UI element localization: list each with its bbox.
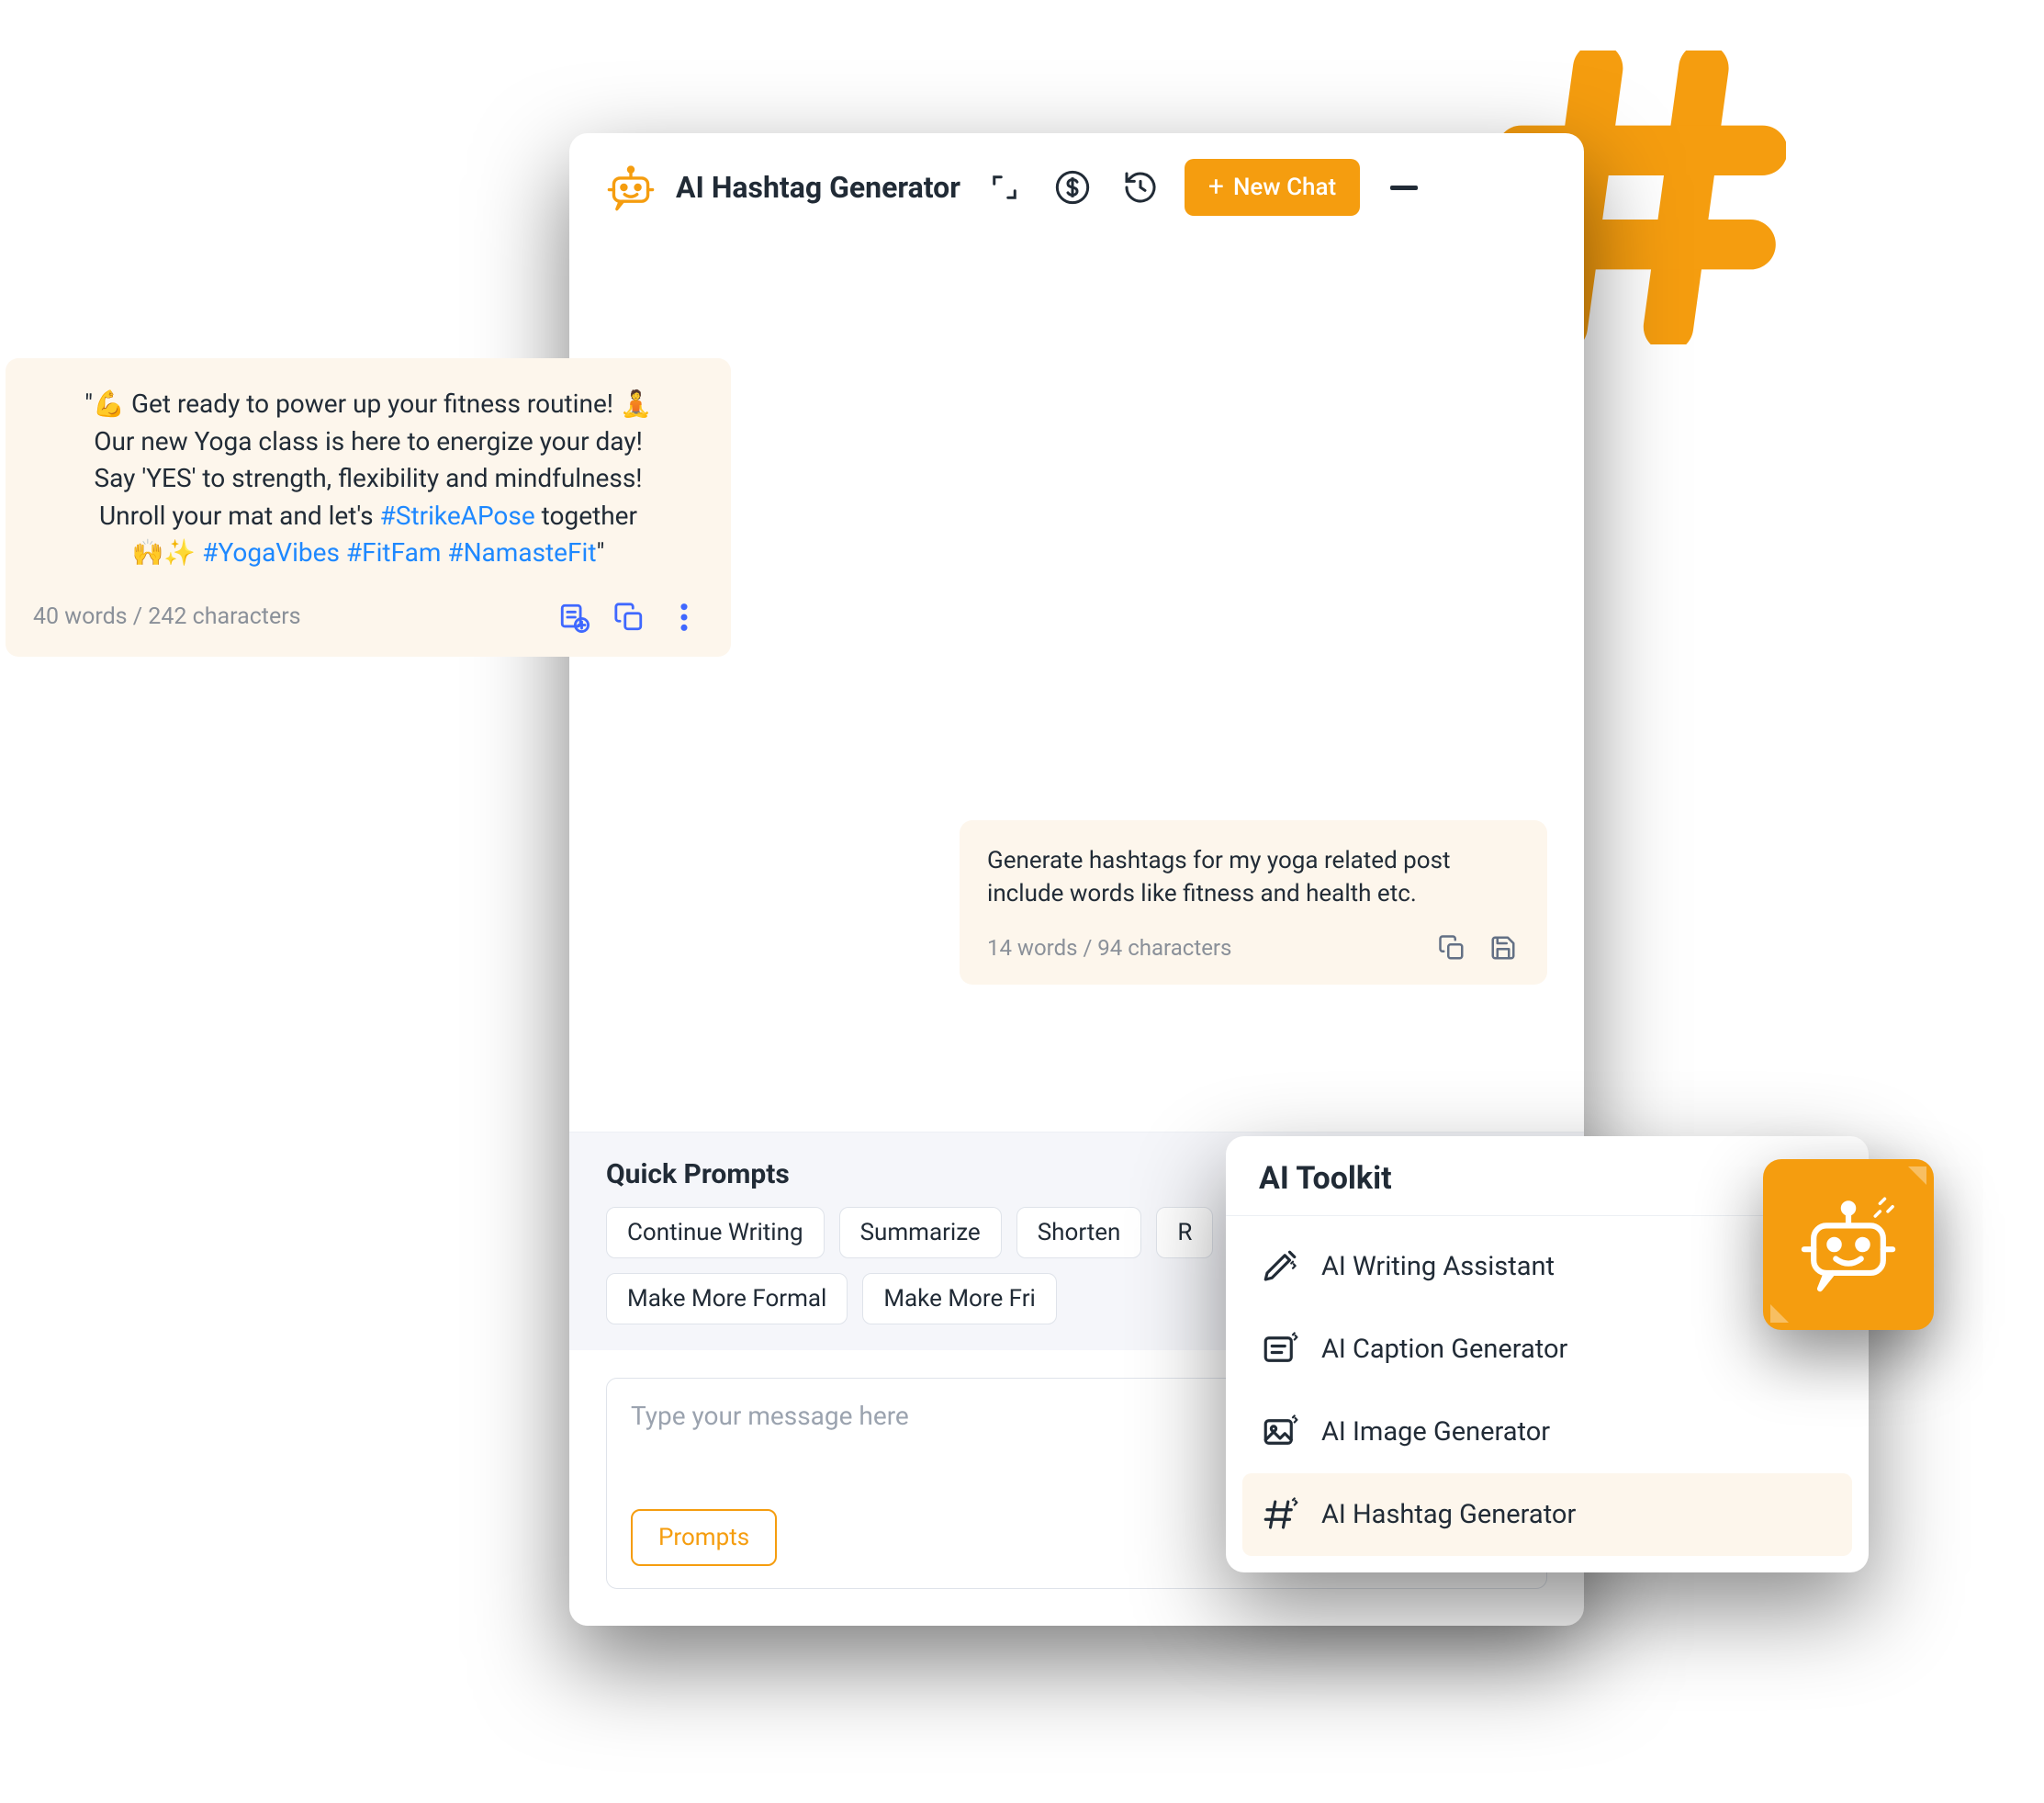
save-icon[interactable]	[1487, 931, 1520, 964]
add-to-post-icon[interactable]	[555, 598, 593, 637]
copy-icon[interactable]	[1435, 931, 1468, 964]
new-chat-button[interactable]: + New Chat	[1185, 159, 1360, 216]
ai-response-stats: 40 words / 242 characters	[33, 601, 538, 634]
chip-r-truncated[interactable]: R	[1156, 1207, 1213, 1258]
toolkit-item-hashtag-generator[interactable]: AI Hashtag Generator	[1242, 1473, 1852, 1556]
hashtag-fitfam[interactable]: #FitFam	[346, 537, 441, 568]
expand-icon[interactable]	[981, 163, 1028, 211]
toolkit-item-label: AI Hashtag Generator	[1321, 1499, 1576, 1530]
response-line2: Our new Yoga class is here to energize y…	[94, 426, 643, 456]
user-message-text: Generate hashtags for my yoga related po…	[987, 844, 1520, 911]
minimize-button[interactable]	[1380, 163, 1428, 211]
toolkit-item-label: AI Image Generator	[1321, 1416, 1550, 1448]
ai-response-text: "💪 Get ready to power up your fitness ro…	[33, 386, 703, 572]
toolkit-item-caption-generator[interactable]: AI Caption Generator	[1242, 1308, 1852, 1391]
response-line5-emoji: 🙌✨	[132, 537, 203, 568]
user-message-bubble: Generate hashtags for my yoga related po…	[960, 820, 1547, 985]
ai-toolkit-launcher[interactable]	[1763, 1159, 1934, 1330]
hashtag-yogavibes[interactable]: #YogaVibes	[202, 537, 340, 568]
image-icon	[1259, 1411, 1301, 1453]
bot-icon	[606, 163, 656, 212]
prompts-button[interactable]: Prompts	[631, 1509, 777, 1566]
new-chat-label: New Chat	[1233, 174, 1336, 201]
response-line3: Say 'YES' to strength, flexibility and m…	[94, 463, 642, 493]
hashtag-namastefit[interactable]: #NamasteFit	[447, 537, 596, 568]
ai-response-footer: 40 words / 242 characters	[33, 598, 703, 637]
copy-response-icon[interactable]	[610, 598, 648, 637]
toolkit-item-label: AI Writing Assistant	[1321, 1251, 1555, 1282]
response-close-quote: "	[596, 537, 604, 568]
plus-icon: +	[1208, 178, 1224, 197]
chip-shorten[interactable]: Shorten	[1016, 1207, 1142, 1258]
chip-make-more-formal[interactable]: Make More Formal	[606, 1273, 848, 1324]
response-line1: "💪 Get ready to power up your fitness ro…	[84, 389, 652, 419]
hashtag-strikeapose[interactable]: #StrikeAPose	[380, 501, 535, 531]
page-title: AI Hashtag Generator	[676, 170, 960, 205]
credits-icon[interactable]	[1049, 163, 1096, 211]
chip-make-more-friendly-truncated[interactable]: Make More Fri	[862, 1273, 1057, 1324]
toolkit-item-writing-assistant[interactable]: AI Writing Assistant	[1242, 1225, 1852, 1308]
hash-icon	[1259, 1493, 1301, 1536]
ai-response-bubble: "💪 Get ready to power up your fitness ro…	[6, 358, 731, 657]
pen-icon	[1259, 1245, 1301, 1288]
toolkit-item-label: AI Caption Generator	[1321, 1334, 1567, 1365]
user-message-stats: 14 words / 94 characters	[987, 935, 1417, 961]
response-line4-post: together	[535, 501, 637, 531]
chat-header: AI Hashtag Generator + New Chat	[569, 133, 1584, 242]
chip-continue-writing[interactable]: Continue Writing	[606, 1207, 825, 1258]
user-message-footer: 14 words / 94 characters	[987, 931, 1520, 964]
more-options-icon[interactable]	[665, 598, 703, 637]
caption-icon	[1259, 1328, 1301, 1370]
history-icon[interactable]	[1117, 163, 1164, 211]
toolkit-item-image-generator[interactable]: AI Image Generator	[1242, 1391, 1852, 1473]
chip-summarize[interactable]: Summarize	[839, 1207, 1002, 1258]
response-line4-pre: Unroll your mat and let's	[99, 501, 380, 531]
